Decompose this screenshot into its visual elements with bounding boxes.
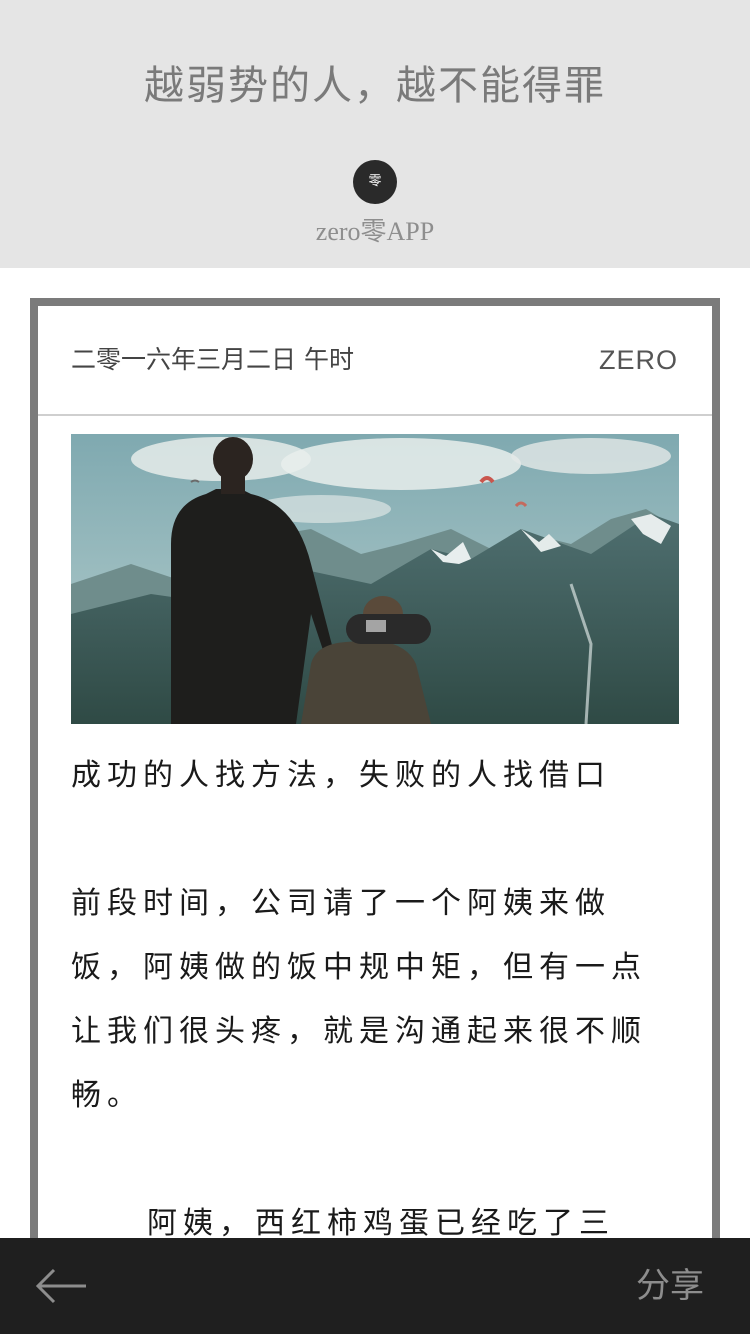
card-header: 二零一六年三月二日 午时 ZERO	[38, 306, 712, 416]
arrow-left-icon	[35, 1268, 86, 1304]
author-avatar[interactable]: 零	[353, 160, 397, 204]
mountain-photo	[71, 434, 679, 724]
article-subtitle: 成功的人找方法，失败的人找借口	[71, 758, 611, 793]
brand-label: ZERO	[598, 345, 678, 375]
back-button[interactable]	[30, 1262, 94, 1310]
publish-date: 二零一六年三月二日 午时	[71, 345, 354, 374]
article-header: 越弱势的人，越不能得罪 零 zero零APP	[0, 0, 750, 268]
article-card: 二零一六年三月二日 午时 ZERO 成功的人找方法，失败的人找借口 前段时间，公…	[30, 298, 720, 1334]
article-title: 越弱势的人，越不能得罪	[144, 63, 606, 109]
share-button[interactable]: 分享	[636, 1262, 704, 1310]
article-body: 成功的人找方法，失败的人找借口 前段时间，公司请了一个阿姨来做饭，阿姨做的饭中规…	[71, 744, 671, 1256]
author-name[interactable]: zero零APP	[0, 215, 750, 249]
bottom-toolbar: 分享	[0, 1238, 750, 1334]
article-photo	[71, 434, 679, 724]
article-paragraph: 前段时间，公司请了一个阿姨来做饭，阿姨做的饭中规中矩，但有一点让我们很头疼，就是…	[71, 886, 647, 1113]
